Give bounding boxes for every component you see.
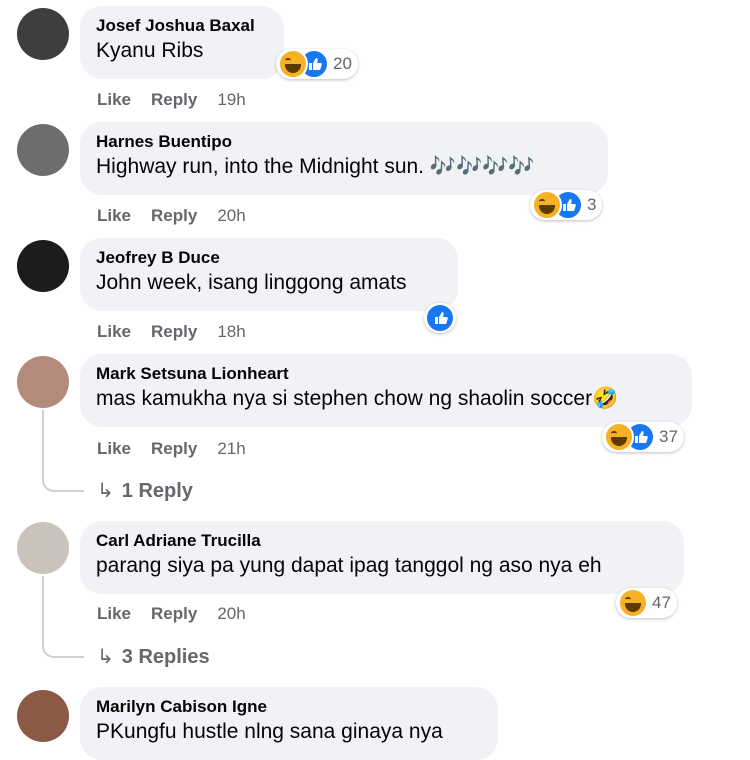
comment-actions: Like Reply 20h	[97, 206, 246, 226]
comment-actions: Like Reply 21h	[97, 439, 246, 459]
timestamp[interactable]: 21h	[217, 439, 245, 458]
like-link[interactable]: Like	[97, 322, 131, 341]
replies-label: 1 Reply	[121, 480, 193, 502]
comment-bubble: Mark Setsuna Lionheart mas kamukha nya s…	[80, 354, 692, 427]
comment-author[interactable]: Marilyn Cabison Igne	[96, 696, 482, 718]
reaction-count: 3	[587, 195, 597, 214]
timestamp[interactable]: 18h	[217, 322, 245, 341]
reply-link[interactable]: Reply	[151, 206, 197, 225]
timestamp[interactable]: 20h	[217, 604, 245, 623]
reaction-count: 37	[659, 427, 678, 446]
reaction-summary[interactable]: 37	[602, 422, 684, 452]
avatar[interactable]	[17, 690, 69, 742]
comment-bubble: Jeofrey B Duce John week, isang linggong…	[80, 238, 458, 311]
avatar[interactable]	[17, 240, 69, 292]
reaction-summary[interactable]: 3	[530, 190, 603, 220]
comment-author[interactable]: Mark Setsuna Lionheart	[96, 363, 676, 385]
comment-text: Kyanu Ribs	[96, 39, 204, 62]
comment-text: PKungfu hustle nlng sana ginaya nya	[96, 720, 443, 743]
haha-icon	[618, 588, 648, 618]
reaction-summary[interactable]	[424, 303, 456, 333]
comment-text: Highway run, into the Midnight sun. 🎶🎶🎶🎶	[96, 155, 535, 178]
haha-icon	[278, 49, 308, 79]
reaction-count: 20	[333, 54, 352, 73]
comment-text: John week, isang linggong amats	[96, 271, 407, 294]
like-link[interactable]: Like	[97, 604, 131, 623]
timestamp[interactable]: 20h	[217, 206, 245, 225]
comment-actions: Like Reply 19h	[97, 90, 246, 110]
reply-link[interactable]: Reply	[151, 90, 197, 109]
comment-bubble: Josef Joshua Baxal Kyanu Ribs	[80, 6, 284, 79]
comment-bubble: Harnes Buentipo Highway run, into the Mi…	[80, 122, 608, 195]
avatar[interactable]	[17, 124, 69, 176]
avatar[interactable]	[17, 356, 69, 408]
comment-bubble: Marilyn Cabison Igne PKungfu hustle nlng…	[80, 687, 498, 760]
comment-actions: Like Reply 20h	[97, 604, 246, 624]
comment-actions: Like Reply 18h	[97, 322, 246, 342]
avatar[interactable]	[17, 8, 69, 60]
haha-icon	[532, 190, 562, 220]
comment-bubble: Carl Adriane Trucilla parang siya pa yun…	[80, 521, 684, 594]
like-link[interactable]: Like	[97, 206, 131, 225]
like-link[interactable]: Like	[97, 439, 131, 458]
replies-label: 3 Replies	[121, 646, 210, 668]
comment-text: parang siya pa yung dapat ipag tanggol n…	[96, 554, 602, 577]
reply-link[interactable]: Reply	[151, 322, 197, 341]
comment-text: mas kamukha nya si stephen chow ng shaol…	[96, 387, 619, 410]
haha-icon	[604, 422, 634, 452]
view-replies-link[interactable]: ↳ 1 Reply	[97, 478, 193, 503]
view-replies-link[interactable]: ↳ 3 Replies	[97, 644, 210, 669]
avatar[interactable]	[17, 522, 69, 574]
reaction-summary[interactable]: 47	[616, 588, 677, 618]
comment-author[interactable]: Harnes Buentipo	[96, 131, 592, 153]
reply-link[interactable]: Reply	[151, 604, 197, 623]
reply-arrow-icon: ↳	[97, 646, 114, 668]
thread-line	[42, 410, 84, 492]
reply-arrow-icon: ↳	[97, 480, 114, 502]
reaction-summary[interactable]: 20	[276, 49, 358, 79]
reply-link[interactable]: Reply	[151, 439, 197, 458]
like-icon	[425, 303, 455, 333]
comment-author[interactable]: Carl Adriane Trucilla	[96, 530, 668, 552]
comment-author[interactable]: Josef Joshua Baxal	[96, 15, 268, 37]
reaction-count: 47	[652, 593, 671, 612]
timestamp[interactable]: 19h	[217, 90, 245, 109]
like-link[interactable]: Like	[97, 90, 131, 109]
comment-author[interactable]: Jeofrey B Duce	[96, 247, 442, 269]
thread-line	[42, 576, 84, 658]
